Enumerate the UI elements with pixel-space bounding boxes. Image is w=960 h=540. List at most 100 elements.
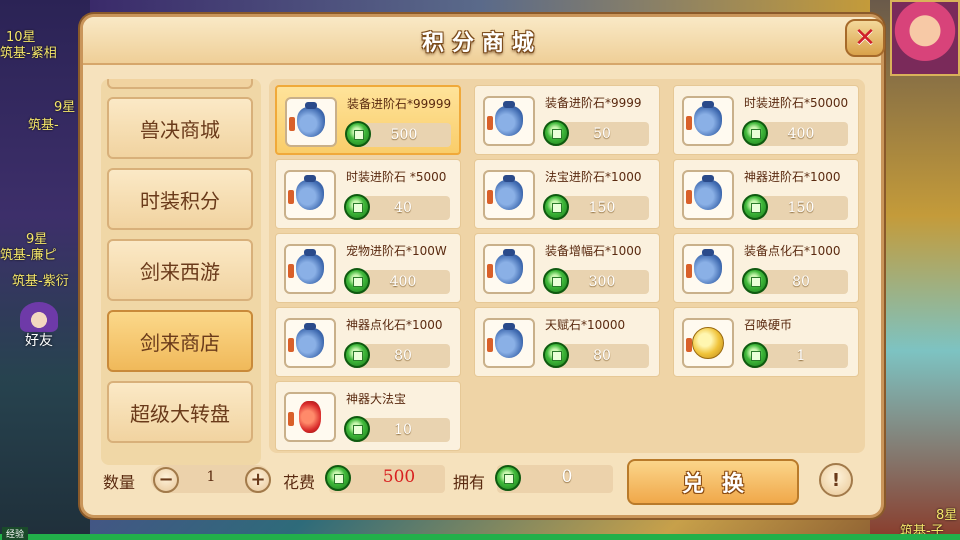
item-price: 150 <box>754 196 848 220</box>
item-icon-frame <box>682 96 734 146</box>
shop-item-card[interactable]: 装备进阶石*99999 500 <box>275 85 461 155</box>
plus-icon: + <box>250 469 266 490</box>
item-price: 400 <box>356 270 450 294</box>
tab-jianlai-store[interactable]: 剑来商店 <box>107 310 253 372</box>
coin-icon <box>692 327 724 359</box>
item-name: 天赋石*10000 <box>545 318 626 332</box>
shop-item-card[interactable]: 召唤硬币 1 <box>673 307 859 377</box>
bg-player-label: 筑基-紧相 <box>0 46 57 61</box>
tab-super-wheel[interactable]: 超级大转盘 <box>107 381 253 443</box>
bg-player-label: 筑基-廉ピ <box>0 248 57 263</box>
shop-item-card[interactable]: 装备点化石*1000 80 <box>673 233 859 303</box>
item-icon-frame <box>483 318 535 368</box>
jade-coin-icon <box>742 120 768 146</box>
tab-label: 兽决商城 <box>140 117 220 142</box>
info-button[interactable]: ! <box>819 463 853 497</box>
item-price: 80 <box>555 344 649 368</box>
window-title: 积分商城 <box>421 31 542 56</box>
shop-item-card[interactable]: 装备进阶石*9999 50 <box>474 85 660 155</box>
item-name: 装备进阶石*9999 <box>545 96 642 110</box>
item-name: 装备增幅石*1000 <box>545 244 642 258</box>
item-icon-frame <box>284 244 336 294</box>
tab-beast-shop[interactable]: 兽决商城 <box>107 97 253 159</box>
shop-item-card[interactable]: 法宝进阶石*1000 150 <box>474 159 660 229</box>
quantity-label: 数量 <box>103 473 136 492</box>
tab-jianlai-xiyou[interactable]: 剑来西游 <box>107 239 253 301</box>
cost-value: 500 <box>382 467 416 487</box>
item-name: 法宝进阶石*1000 <box>545 170 642 184</box>
quantity-plus-button[interactable]: + <box>245 467 271 493</box>
item-name: 装备点化石*1000 <box>744 244 841 258</box>
shop-item-card[interactable]: 神器点化石*1000 80 <box>275 307 461 377</box>
bag-icon <box>296 175 324 210</box>
item-name: 装备进阶石*99999 <box>347 97 452 111</box>
bg-player-label: 筑基- <box>28 118 59 133</box>
bg-player-label: 筑基-紫衍 <box>12 274 69 289</box>
item-icon-frame <box>284 318 336 368</box>
jade-coin-icon <box>742 194 768 220</box>
cost-label: 花费 <box>283 473 316 492</box>
jade-coin-icon <box>345 121 371 147</box>
friends-button[interactable]: 好友 <box>14 300 64 350</box>
bag-icon <box>694 249 722 284</box>
shop-item-card[interactable]: 天赋石*10000 80 <box>474 307 660 377</box>
exp-label: 经验 <box>2 527 29 540</box>
shop-item-card[interactable]: 时装进阶石 *5000 40 <box>275 159 461 229</box>
tab-label: 剑来西游 <box>140 259 220 284</box>
item-price: 1 <box>754 344 848 368</box>
jade-coin-icon <box>543 342 569 368</box>
bag-icon <box>297 102 325 137</box>
jade-coin-icon <box>543 194 569 220</box>
jade-coin-icon <box>344 342 370 368</box>
tab-fashion-points[interactable]: 时装积分 <box>107 168 253 230</box>
item-price: 150 <box>555 196 649 220</box>
bg-player-label: 9星 <box>54 100 76 115</box>
shop-item-card[interactable]: 时装进阶石*50000 400 <box>673 85 859 155</box>
close-button[interactable]: ✕ <box>845 19 885 57</box>
jade-coin-icon <box>325 465 351 491</box>
item-name: 神器大法宝 <box>346 392 407 406</box>
shop-category-sidebar[interactable]: 兽决商城 时装积分 剑来西游 剑来商店 超级大转盘 <box>101 79 261 465</box>
item-name: 时装进阶石*50000 <box>744 96 849 110</box>
minus-icon: − <box>158 469 174 490</box>
info-icon: ! <box>831 469 841 491</box>
item-grid: 装备进阶石*99999 500 装备进阶石*9999 50 时装进阶石*5000… <box>269 79 865 453</box>
jade-coin-icon <box>495 465 521 491</box>
bag-icon <box>296 323 324 358</box>
quantity-minus-button[interactable]: − <box>153 467 179 493</box>
friends-label: 好友 <box>25 333 53 349</box>
exchange-label: 兑换 <box>681 472 762 497</box>
shop-item-card[interactable]: 宠物进阶石*100W 400 <box>275 233 461 303</box>
item-price: 40 <box>356 196 450 220</box>
jade-coin-icon <box>344 194 370 220</box>
item-icon-frame <box>483 244 535 294</box>
bag-icon <box>694 101 722 136</box>
item-price: 80 <box>356 344 450 368</box>
item-icon-frame <box>483 170 535 220</box>
shop-item-card[interactable]: 神器进阶石*1000 150 <box>673 159 859 229</box>
bag-icon <box>495 101 523 136</box>
owned-value: 0 <box>561 467 573 487</box>
tab-label: 超级大转盘 <box>130 401 230 426</box>
bag-icon <box>495 323 523 358</box>
sidebar-scroll-stub <box>107 79 253 89</box>
jade-coin-icon <box>344 268 370 294</box>
item-price: 300 <box>555 270 649 294</box>
item-price: 80 <box>754 270 848 294</box>
item-name: 神器点化石*1000 <box>346 318 443 332</box>
player-portrait[interactable] <box>890 0 960 76</box>
item-name: 宠物进阶石*100W <box>346 244 447 258</box>
exchange-button[interactable]: 兑换 <box>627 459 799 505</box>
item-name: 时装进阶石 *5000 <box>346 170 447 184</box>
jade-coin-icon <box>742 342 768 368</box>
item-price: 50 <box>555 122 649 146</box>
title-bar: 积分商城 <box>83 17 881 65</box>
shop-item-card[interactable]: 装备增幅石*1000 300 <box>474 233 660 303</box>
shop-item-card[interactable]: 神器大法宝 10 <box>275 381 461 451</box>
jade-coin-icon <box>543 120 569 146</box>
item-icon-frame <box>682 170 734 220</box>
vase-icon <box>299 401 321 433</box>
jade-coin-icon <box>742 268 768 294</box>
item-name: 神器进阶石*1000 <box>744 170 841 184</box>
quantity-value[interactable]: 1 <box>179 469 243 485</box>
